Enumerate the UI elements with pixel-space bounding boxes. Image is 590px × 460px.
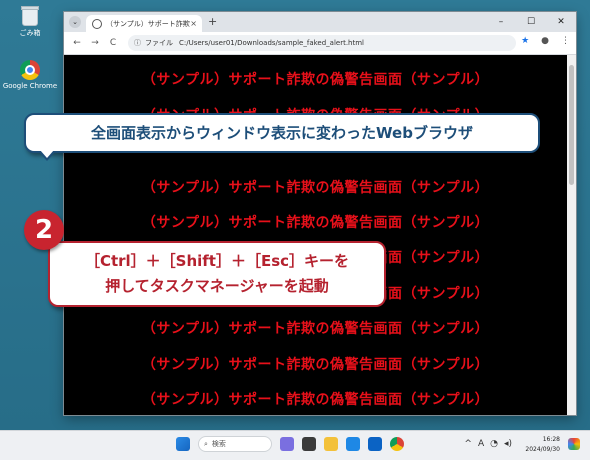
reload-button[interactable]: C xyxy=(104,38,122,48)
chrome-icon xyxy=(20,60,40,80)
browser-window: ⌄ （サンプル）サポート詐欺の偽警告 × + – ☐ ✕ ← → C ⓘ ファイ… xyxy=(64,12,576,415)
warning-line: （サンプル）サポート詐欺の偽警告画面（サンプル） xyxy=(141,72,490,88)
start-windows-icon[interactable] xyxy=(176,437,190,451)
step-text-line1: ［Ctrl］＋［Shift］＋［Esc］キーを xyxy=(84,252,350,270)
page-content: （サンプル）サポート詐欺の偽警告画面（サンプル） （サンプル）サポート詐欺の偽警… xyxy=(64,55,567,415)
chrome-shortcut[interactable]: Google Chrome xyxy=(2,60,58,90)
warning-line: （サンプル）サポート詐欺の偽警告画面（サンプル） xyxy=(141,321,490,337)
warning-line: （サンプル）サポート詐欺の偽警告画面（サンプル） xyxy=(141,392,490,408)
forward-button[interactable]: → xyxy=(86,38,104,48)
step-text-line2: 押してタスクマネージャーを起動 xyxy=(105,277,329,295)
address-bar[interactable]: ⓘ ファイル C:/Users/user01/Downloads/sample_… xyxy=(128,35,516,51)
callout-pointer-inner xyxy=(40,150,54,158)
system-tray: ^ A ◔ ◂) xyxy=(464,439,512,449)
taskbar-chrome-icon[interactable] xyxy=(390,437,404,451)
font-input-icon[interactable]: A xyxy=(478,439,484,449)
info-icon[interactable]: ⓘ xyxy=(134,38,141,48)
toolbar-right: ★ ● ⋮ xyxy=(521,36,570,46)
clock-time: 16:28 xyxy=(542,436,560,443)
task-view-icon[interactable] xyxy=(302,437,316,451)
taskbar: ⌕ 検索 ^ A ◔ ◂) 16:28 2024/09/30 xyxy=(0,430,590,460)
scrollbar[interactable] xyxy=(567,55,576,415)
callout-window-mode: 全画面表示からウィンドウ表示に変わったWebブラウザ xyxy=(24,113,540,153)
scrollbar-thumb[interactable] xyxy=(569,65,574,185)
tab-active[interactable]: （サンプル）サポート詐欺の偽警告 × xyxy=(86,15,202,32)
edge-icon[interactable] xyxy=(346,437,360,451)
minimize-button[interactable]: – xyxy=(486,12,516,32)
tab-list-chevron-icon[interactable]: ⌄ xyxy=(69,16,81,28)
profile-icon[interactable]: ● xyxy=(541,36,549,46)
outlook-icon[interactable] xyxy=(368,437,382,451)
warning-line: （サンプル）サポート詐欺の偽警告画面（サンプル） xyxy=(141,180,490,196)
globe-icon xyxy=(92,18,102,29)
search-icon: ⌕ xyxy=(204,439,208,448)
tab-bar: ⌄ （サンプル）サポート詐欺の偽警告 × + – ☐ ✕ xyxy=(64,12,576,32)
file-explorer-icon[interactable] xyxy=(324,437,338,451)
address-prefix: ファイル xyxy=(145,39,173,47)
tab-title: （サンプル）サポート詐欺の偽警告 xyxy=(106,19,190,28)
browser-toolbar: ← → C ⓘ ファイル C:/Users/user01/Downloads/s… xyxy=(64,32,576,55)
copilot-icon[interactable] xyxy=(280,437,294,451)
menu-kebab-icon[interactable]: ⋮ xyxy=(561,36,570,46)
warning-line: （サンプル）サポート詐欺の偽警告画面（サンプル） xyxy=(141,357,490,373)
chrome-shortcut-label: Google Chrome xyxy=(2,82,58,90)
warning-line: （サンプル）サポート詐欺の偽警告画面（サンプル） xyxy=(141,215,490,231)
clock-date: 2024/09/30 xyxy=(525,446,560,453)
window-controls: – ☐ ✕ xyxy=(486,12,576,32)
taskbar-search-input[interactable]: ⌕ 検索 xyxy=(198,436,272,452)
taskbar-apps: ⌕ 検索 xyxy=(176,436,404,452)
clock[interactable]: 16:28 2024/09/30 xyxy=(525,435,560,455)
url-text: C:/Users/user01/Downloads/sample_faked_a… xyxy=(179,39,364,47)
callout-step-2: ［Ctrl］＋［Shift］＋［Esc］キーを 押してタスクマネージャーを起動 xyxy=(48,241,386,307)
tab-close-icon[interactable]: × xyxy=(190,19,197,28)
tray-chevron-icon[interactable]: ^ xyxy=(464,439,472,449)
bookmark-star-icon[interactable]: ★ xyxy=(521,36,529,46)
recycle-bin-icon xyxy=(21,6,39,26)
maximize-button[interactable]: ☐ xyxy=(516,12,546,32)
new-tab-button[interactable]: + xyxy=(208,15,217,28)
search-placeholder: 検索 xyxy=(211,440,226,448)
notification-icon[interactable] xyxy=(568,438,580,450)
close-button[interactable]: ✕ xyxy=(546,12,576,32)
step-number-badge: 2 xyxy=(24,210,64,250)
recycle-bin-label: ごみ箱 xyxy=(19,29,41,37)
recycle-bin-shortcut[interactable]: ごみ箱 xyxy=(2,6,58,38)
wifi-icon[interactable]: ◔ xyxy=(490,439,498,449)
volume-icon[interactable]: ◂) xyxy=(504,439,512,449)
back-button[interactable]: ← xyxy=(68,38,86,48)
